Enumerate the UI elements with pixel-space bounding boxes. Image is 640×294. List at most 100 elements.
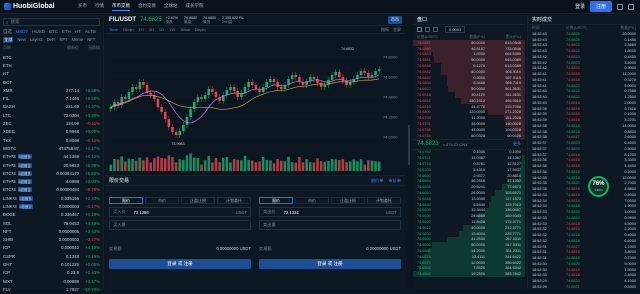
quote-tab[interactable]: ALTS — [85, 29, 96, 35]
market-row[interactable]: ETH — [0, 61, 103, 69]
quote-tab[interactable]: HUSD — [32, 29, 45, 35]
market-row[interactable]: XMR277.14+6.68% — [0, 86, 103, 94]
nav-item[interactable]: 合约交易 — [138, 3, 156, 11]
nav-item[interactable]: 买币 — [78, 3, 87, 11]
market-row[interactable]: ICP0.000042+4.19% — [0, 244, 103, 252]
book-more-link[interactable]: 更多 — [513, 141, 521, 147]
volume-bar — [324, 162, 327, 171]
market-row[interactable]: ETH*33倍做空4.0988+2.03% — [0, 177, 103, 185]
nav-item[interactable]: 全球站 — [164, 3, 178, 11]
order-type-tab[interactable]: 止盈止损 — [331, 197, 365, 204]
book-row[interactable]: 74.656019.2500383.7842 — [413, 271, 525, 277]
precision-select[interactable]: 0.0001 — [445, 26, 465, 33]
scrollbar-thumb[interactable] — [408, 125, 410, 165]
kline-tab[interactable]: Time — [109, 27, 118, 32]
market-row[interactable]: WXT0.00889+3.17% — [0, 277, 103, 285]
market-row-coin-name: HT — [3, 71, 9, 76]
kline-tool[interactable]: 指标 — [381, 27, 389, 33]
market-row[interactable]: LINK*33倍做多0.035166+2.43% — [0, 194, 103, 202]
order-type-tab[interactable]: 限价 — [109, 197, 143, 204]
quote-tab[interactable]: USDT — [16, 29, 28, 35]
sell-login-button[interactable]: 登录 或 注册 — [259, 259, 401, 269]
kline-tab[interactable]: 15min — [123, 27, 134, 32]
order-type-tab[interactable]: 止盈止损 — [181, 197, 215, 204]
order-header-link[interactable]: 限价单 — [371, 178, 384, 184]
market-row[interactable]: XDEC0.9968+0.00% — [0, 128, 103, 136]
market-row[interactable]: LINK*33倍做空0.0000003-3.17% — [0, 202, 103, 210]
pair-symbol[interactable]: FIL/USDT — [109, 17, 136, 23]
kline-tab[interactable]: 1W — [169, 27, 175, 32]
market-row[interactable]: BTC — [0, 53, 103, 61]
category-tab[interactable]: NFT — [87, 37, 95, 43]
market-row[interactable]: SHIB0.0000002-3.17% — [0, 236, 103, 244]
quote-tab[interactable]: ETH — [62, 29, 71, 35]
register-button[interactable]: 注册 — [590, 1, 612, 12]
book-view-bids-icon[interactable] — [425, 27, 430, 32]
quote-tab[interactable]: 自选 — [3, 29, 12, 35]
market-row[interactable]: BASH221.69+4.97% — [0, 103, 103, 111]
huobi-logo[interactable]: HuobiGlobal — [4, 3, 78, 10]
market-row[interactable]: HT — [0, 70, 103, 78]
buy-login-button[interactable]: 登录 或 注册 — [109, 259, 251, 269]
market-row[interactable]: BTC*33倍做多0.00384170+5.60% — [0, 169, 103, 177]
kline-tab[interactable]: 1Mon — [180, 27, 190, 32]
col-coin[interactable]: 币种 — [3, 45, 51, 51]
chart-scrollbar[interactable] — [406, 15, 412, 289]
candlestick-chart[interactable]: 74.800074.600074.400074.200074.000009-15… — [105, 35, 405, 183]
nav-item[interactable]: 行情 — [95, 3, 104, 11]
market-row[interactable]: SOL79.0453+4.19% — [0, 219, 103, 227]
category-tab[interactable]: 全部 — [3, 37, 13, 43]
nav-item[interactable]: 币币交易 — [112, 3, 130, 11]
market-row[interactable]: ICP0.23.9+2.43% — [0, 269, 103, 277]
market-row[interactable]: TKK0.8098-0.12% — [0, 136, 103, 144]
market-row[interactable]: BTC*33倍做空0.00000484-9.75% — [0, 186, 103, 194]
market-row[interactable]: LTC73.0304+3.30% — [0, 111, 103, 119]
kline-tab[interactable]: 1H — [139, 27, 144, 32]
category-tab[interactable]: New — [17, 37, 25, 43]
category-tab[interactable]: Meme — [72, 37, 84, 43]
market-row[interactable]: WOTC474758.87+3.17% — [0, 144, 103, 152]
kline-tool[interactable]: 全屏 — [393, 27, 401, 33]
category-tab[interactable]: NFT — [59, 37, 67, 43]
market-row[interactable]: OHT0.101225+0.05% — [0, 260, 103, 268]
book-row[interactable]: 74.678560.032860.0328 — [413, 133, 525, 139]
candle-body — [197, 97, 200, 102]
order-type-tab[interactable]: 市价 — [295, 197, 329, 204]
market-row[interactable]: DOGE0.336467+4.19% — [0, 211, 103, 219]
download-icon[interactable] — [617, 4, 623, 10]
quote-tab[interactable]: HT — [75, 29, 81, 35]
market-row[interactable]: ETH*33倍做空20.5823+5.39% — [0, 161, 103, 169]
buy-amount-field[interactable]: 买入量 — [109, 220, 251, 230]
book-view-both-icon[interactable] — [417, 27, 422, 32]
network-speed-badge[interactable]: 76% 1.4K/s — [588, 176, 609, 197]
order-type-tab[interactable]: 计划委托 — [217, 197, 251, 204]
quote-tab[interactable]: BTC — [49, 29, 58, 35]
kline-tab[interactable]: 4H — [149, 27, 154, 32]
search-input[interactable]: ⌕ 搜索 — [3, 18, 100, 26]
market-row[interactable]: FIL7.1446+9.60% — [0, 94, 103, 102]
col-price[interactable]: 最新价 — [51, 45, 79, 51]
buy-price-field[interactable]: 买入价73.1280USDT — [109, 207, 251, 217]
nav-item[interactable]: 成长学院 — [186, 3, 204, 11]
sell-price-field[interactable]: 卖出价73.1334USDT — [259, 207, 401, 217]
order-header-link[interactable]: 市价单 — [388, 178, 401, 184]
spot-button[interactable]: 币币 — [388, 16, 402, 24]
market-row[interactable]: NFT0.0000005+2.43% — [0, 227, 103, 235]
market-row[interactable]: DOT — [0, 78, 103, 86]
market-row[interactable]: ZEC134.99-0.11% — [0, 119, 103, 127]
login-button[interactable]: 登录 — [575, 3, 585, 10]
order-type-tab[interactable]: 限价 — [259, 197, 293, 204]
kline-tab[interactable]: Depth — [195, 27, 206, 32]
market-row[interactable]: ETH*33倍做多44.1389+0.12% — [0, 153, 103, 161]
kline-tab[interactable]: 1D — [159, 27, 164, 32]
order-type-tab[interactable]: 计划委托 — [367, 197, 401, 204]
book-view-asks-icon[interactable] — [433, 27, 438, 32]
market-row[interactable]: FLV1.7927+19.79% — [0, 285, 103, 293]
market-row[interactable]: CSPR0.1348+4.19% — [0, 252, 103, 260]
settings-icon[interactable] — [628, 4, 634, 10]
sell-amount-field[interactable]: 卖出量 — [259, 220, 401, 230]
order-type-tab[interactable]: 市价 — [145, 197, 179, 204]
col-change[interactable]: 涨跌幅 — [79, 45, 100, 51]
category-tab[interactable]: Layer2 — [30, 37, 43, 43]
category-tab[interactable]: DeFi — [47, 37, 56, 43]
